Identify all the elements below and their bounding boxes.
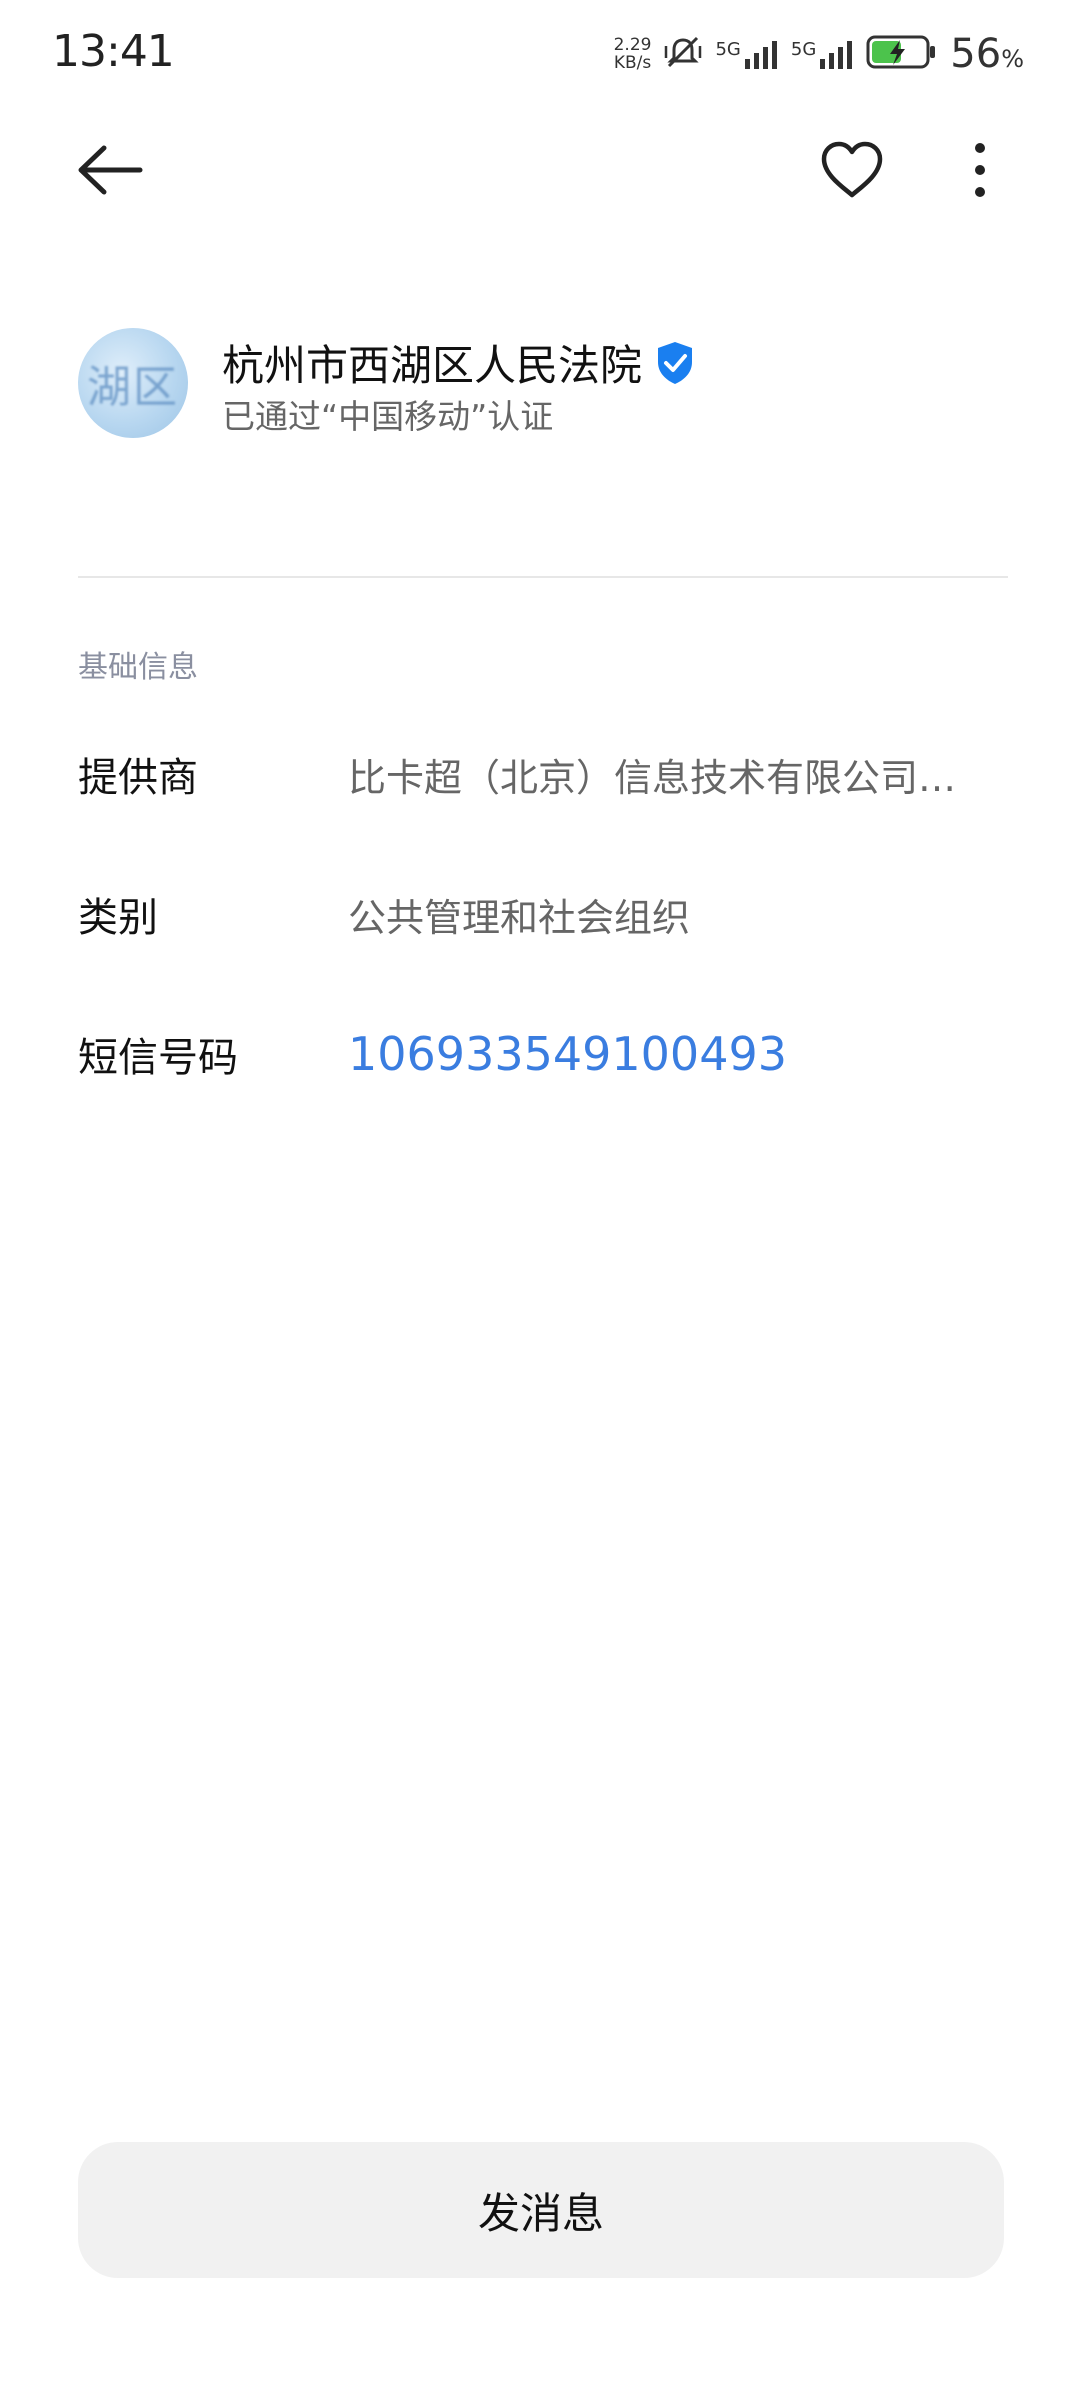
- favorite-button[interactable]: [812, 134, 892, 206]
- status-bar: 13:41 2.29 KB/s 5G 5G 56%: [0, 0, 1080, 100]
- info-value: 公共管理和社会组织: [348, 895, 691, 940]
- back-arrow-icon: [78, 145, 143, 195]
- status-time: 13:41: [52, 26, 175, 77]
- battery-percent-unit: %: [1001, 45, 1024, 73]
- network-speed-unit: KB/s: [613, 53, 652, 73]
- battery-charging-icon: [866, 34, 938, 74]
- battery-percent: 56%: [950, 31, 1024, 77]
- signal-icon: [820, 41, 853, 69]
- contact-info-screen: 13:41 2.29 KB/s 5G 5G 56% 湖区 杭州市西湖区人民法院 …: [0, 0, 1080, 2400]
- info-row-category: 类别 公共管理和社会组织: [78, 874, 1008, 954]
- info-label: 类别: [78, 895, 158, 941]
- info-label: 短信号码: [78, 1035, 238, 1081]
- info-value: 比卡超（北京）信息技术有限公司…: [348, 755, 957, 800]
- profile-header: 湖区 杭州市西湖区人民法院 已通过“中国移动”认证: [78, 328, 1008, 444]
- vibrate-muted-icon: [663, 32, 703, 76]
- verified-shield-icon: [654, 340, 696, 386]
- section-title-basic-info: 基础信息: [78, 650, 198, 685]
- sim1-signal: 5G: [715, 39, 778, 69]
- avatar: 湖区: [78, 328, 188, 438]
- heart-icon: [821, 141, 883, 198]
- info-row-provider: 提供商 比卡超（北京）信息技术有限公司…: [78, 734, 1008, 814]
- info-label: 提供商: [78, 755, 198, 801]
- signal-icon: [744, 41, 777, 69]
- profile-name-row: 杭州市西湖区人民法院: [222, 332, 696, 393]
- divider: [78, 576, 1008, 578]
- more-options-button[interactable]: [950, 134, 1010, 206]
- network-speed-value: 2.29: [613, 35, 652, 55]
- more-vertical-icon: [975, 143, 985, 197]
- avatar-text: 湖区: [87, 362, 179, 413]
- top-navigation: [0, 110, 1080, 230]
- sim2-label: 5G: [790, 39, 817, 60]
- verification-text: 已通过“中国移动”认证: [222, 397, 554, 436]
- network-speed: 2.29 KB/s: [614, 36, 652, 72]
- sms-number-link[interactable]: 106933549100493: [348, 1027, 1008, 1081]
- back-button[interactable]: [68, 138, 152, 202]
- sim2-signal: 5G: [791, 39, 854, 69]
- info-row-sms-number: 短信号码 106933549100493: [78, 1014, 1008, 1094]
- status-icons: 2.29 KB/s 5G 5G 56%: [614, 26, 1024, 82]
- profile-name: 杭州市西湖区人民法院: [222, 341, 643, 390]
- send-message-button[interactable]: 发消息: [78, 2142, 1004, 2278]
- battery-percent-value: 56: [950, 31, 1002, 77]
- sim1-label: 5G: [715, 39, 741, 60]
